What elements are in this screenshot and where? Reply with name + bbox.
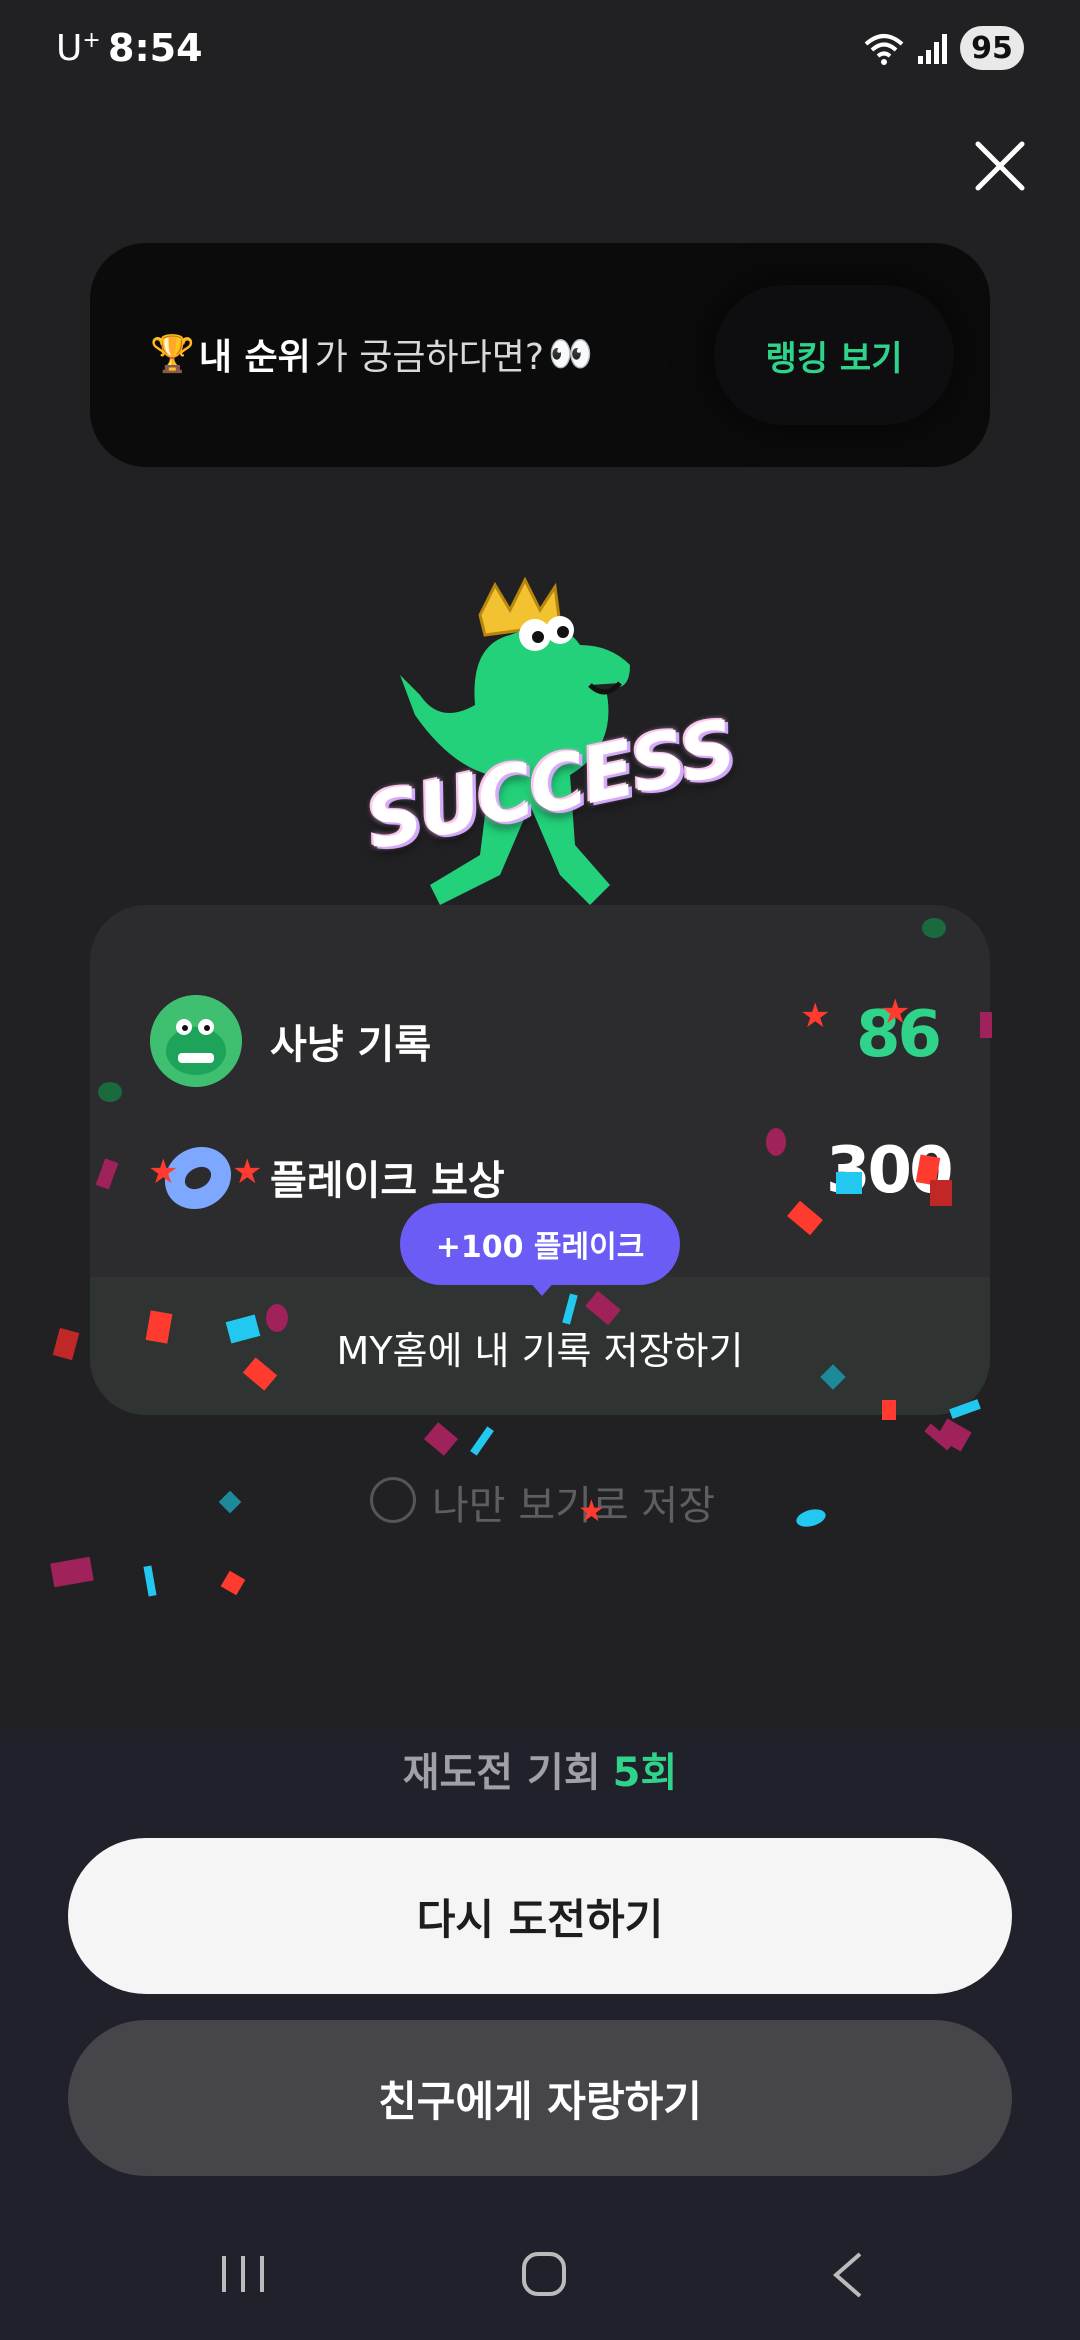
status-time: 8:54 (108, 26, 203, 70)
retry-label: 재도전 기회 (402, 1750, 601, 1796)
tooltip-tail (528, 1280, 556, 1296)
eyes-icon: 👀 (548, 334, 593, 375)
flake-reward-label: 플레이크 보상 (270, 1158, 505, 1204)
hunt-record-label: 사냥 기록 (270, 1022, 432, 1068)
trophy-icon: 🏆 (150, 334, 195, 375)
flake-bonus-tooltip: +100 플레이크 (400, 1203, 680, 1285)
home-icon[interactable] (520, 2250, 568, 2298)
retry-count-value: 5회 (612, 1750, 678, 1796)
retry-chances: 재도전 기회 5회 (0, 1740, 1080, 1798)
private-save-label[interactable]: 나만 보기로 저장 (432, 1473, 715, 1531)
save-to-my-home-button[interactable]: MY홈에 내 기록 저장하기 (90, 1320, 990, 1375)
rank-prompt: 🏆 내 순위 가 궁금하다면? 👀 (150, 328, 593, 380)
signal-icon (918, 34, 947, 64)
dinosaur-avatar-icon (150, 995, 242, 1087)
rank-text: 가 궁금하다면? (314, 337, 545, 378)
view-ranking-button[interactable]: 랭킹 보기 (714, 285, 954, 425)
private-save-radio[interactable] (370, 1477, 416, 1523)
close-icon[interactable] (972, 138, 1028, 194)
battery-indicator: 95 (960, 26, 1024, 70)
back-icon[interactable] (828, 2250, 868, 2300)
rank-highlight: 내 순위 (198, 337, 311, 378)
share-with-friends-button[interactable]: 친구에게 자랑하기 (68, 2020, 1012, 2176)
retry-button[interactable]: 다시 도전하기 (68, 1838, 1012, 1994)
recent-apps-icon[interactable] (218, 2252, 268, 2296)
carrier-label: U+ (56, 28, 101, 69)
wifi-icon (864, 34, 904, 65)
